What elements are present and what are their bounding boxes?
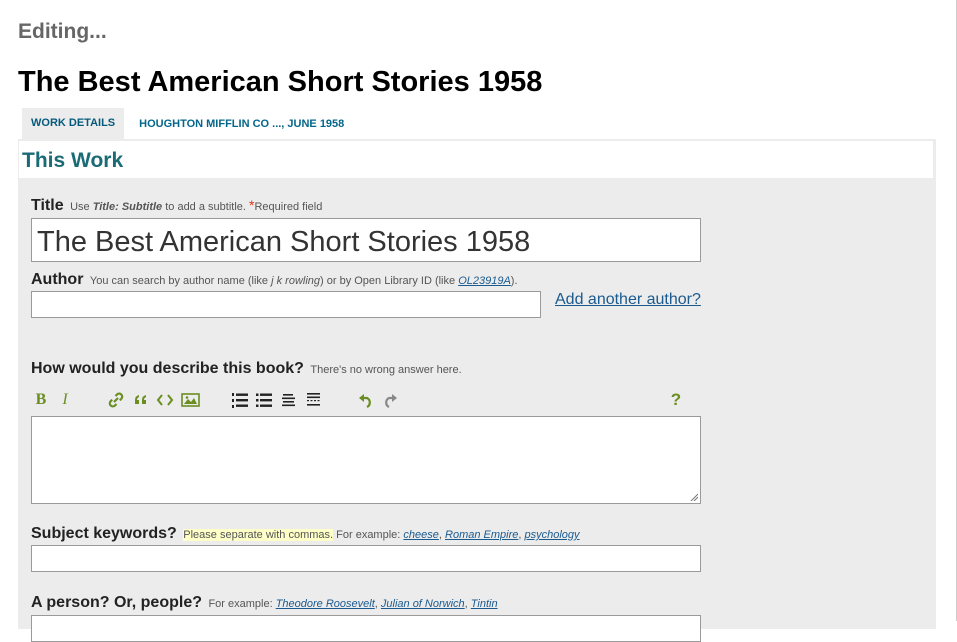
people-label-text: A person? Or, people? — [31, 594, 202, 611]
quote-icon[interactable] — [131, 389, 151, 411]
subject-example-link[interactable]: psychology — [525, 529, 580, 541]
person-example-link[interactable]: Theodore Roosevelt — [276, 598, 375, 610]
italic-icon[interactable]: I — [59, 389, 71, 411]
description-textarea[interactable] — [31, 416, 701, 504]
edit-panel: This Work Title Use Title: Subtitle to a… — [18, 139, 936, 642]
author-input[interactable] — [31, 291, 541, 318]
link-icon[interactable] — [106, 389, 126, 411]
help-icon[interactable]: ? — [668, 389, 684, 411]
subjects-hint-example: For example: — [336, 529, 401, 541]
author-label-text: Author — [31, 271, 84, 288]
title-hint-use: Use — [70, 201, 90, 213]
title-label-text: Title — [31, 197, 64, 214]
title-input[interactable] — [31, 218, 701, 262]
description-label: How would you describe this book? There'… — [31, 360, 462, 378]
editor-toolbar: B I ? — [31, 389, 701, 411]
people-hint-example: For example: — [208, 598, 273, 610]
title-hint: Use Title: Subtitle to add a subtitle. *… — [70, 197, 323, 213]
heading-icon[interactable] — [280, 389, 298, 411]
redo-icon[interactable] — [381, 389, 399, 411]
code-icon[interactable] — [155, 389, 175, 411]
section-heading: This Work — [22, 149, 124, 172]
tab-edition[interactable]: HOUGHTON MIFFLIN CO ..., JUNE 1958 — [130, 108, 353, 139]
page-title: The Best American Short Stories 1958 — [18, 66, 543, 98]
add-author-link[interactable]: Add another author? — [555, 291, 701, 309]
numbered-list-icon[interactable] — [230, 389, 250, 411]
undo-icon[interactable] — [357, 389, 375, 411]
subjects-hint-highlight: Please separate with commas. — [183, 529, 334, 541]
author-label: Author You can search by author name (li… — [31, 271, 518, 289]
author-hint-name: j k rowling — [271, 275, 321, 287]
author-hint-1: You can search by author name (like — [89, 275, 269, 287]
required-text: Required field — [254, 201, 323, 213]
person-example-link[interactable]: Tintin — [471, 598, 498, 610]
people-input[interactable] — [31, 615, 701, 642]
subjects-label-text: Subject keywords? — [31, 525, 177, 542]
people-label: A person? Or, people? For example: Theod… — [31, 594, 498, 612]
section-header: This Work — [19, 141, 933, 178]
subjects-label: Subject keywords? Please separate with c… — [31, 525, 580, 543]
author-id-example-link[interactable]: OL23919A — [458, 275, 511, 287]
description-hint: There's no wrong answer here. — [310, 364, 462, 376]
title-label: Title Use Title: Subtitle to add a subti… — [31, 197, 322, 215]
person-example-link[interactable]: Julian of Norwich — [381, 598, 465, 610]
subject-example-link[interactable]: cheese — [403, 529, 438, 541]
tab-bar: WORK DETAILS HOUGHTON MIFFLIN CO ..., JU… — [22, 108, 353, 139]
editing-status: Editing... — [18, 20, 107, 43]
title-hint-example: Title: Subtitle — [92, 201, 163, 213]
subjects-input[interactable] — [31, 545, 701, 572]
bold-icon[interactable]: B — [33, 389, 49, 411]
image-icon[interactable] — [179, 389, 201, 411]
people-hint: For example: Theodore Roosevelt, Julian … — [208, 598, 498, 610]
description-label-text: How would you describe this book? — [31, 360, 304, 377]
bulleted-list-icon[interactable] — [254, 389, 274, 411]
tab-work-details[interactable]: WORK DETAILS — [22, 108, 125, 139]
author-hint-2: ) or by Open Library ID (like — [320, 275, 456, 287]
subjects-hint: Please separate with commas. For example… — [183, 529, 580, 541]
author-hint-3: ). — [510, 275, 518, 287]
title-hint-rest: to add a subtitle. — [165, 201, 246, 213]
subject-example-link[interactable]: Roman Empire — [445, 529, 518, 541]
resize-handle-icon[interactable] — [690, 493, 698, 501]
horizontal-rule-icon[interactable] — [305, 389, 323, 411]
author-hint: You can search by author name (like j k … — [90, 275, 518, 287]
